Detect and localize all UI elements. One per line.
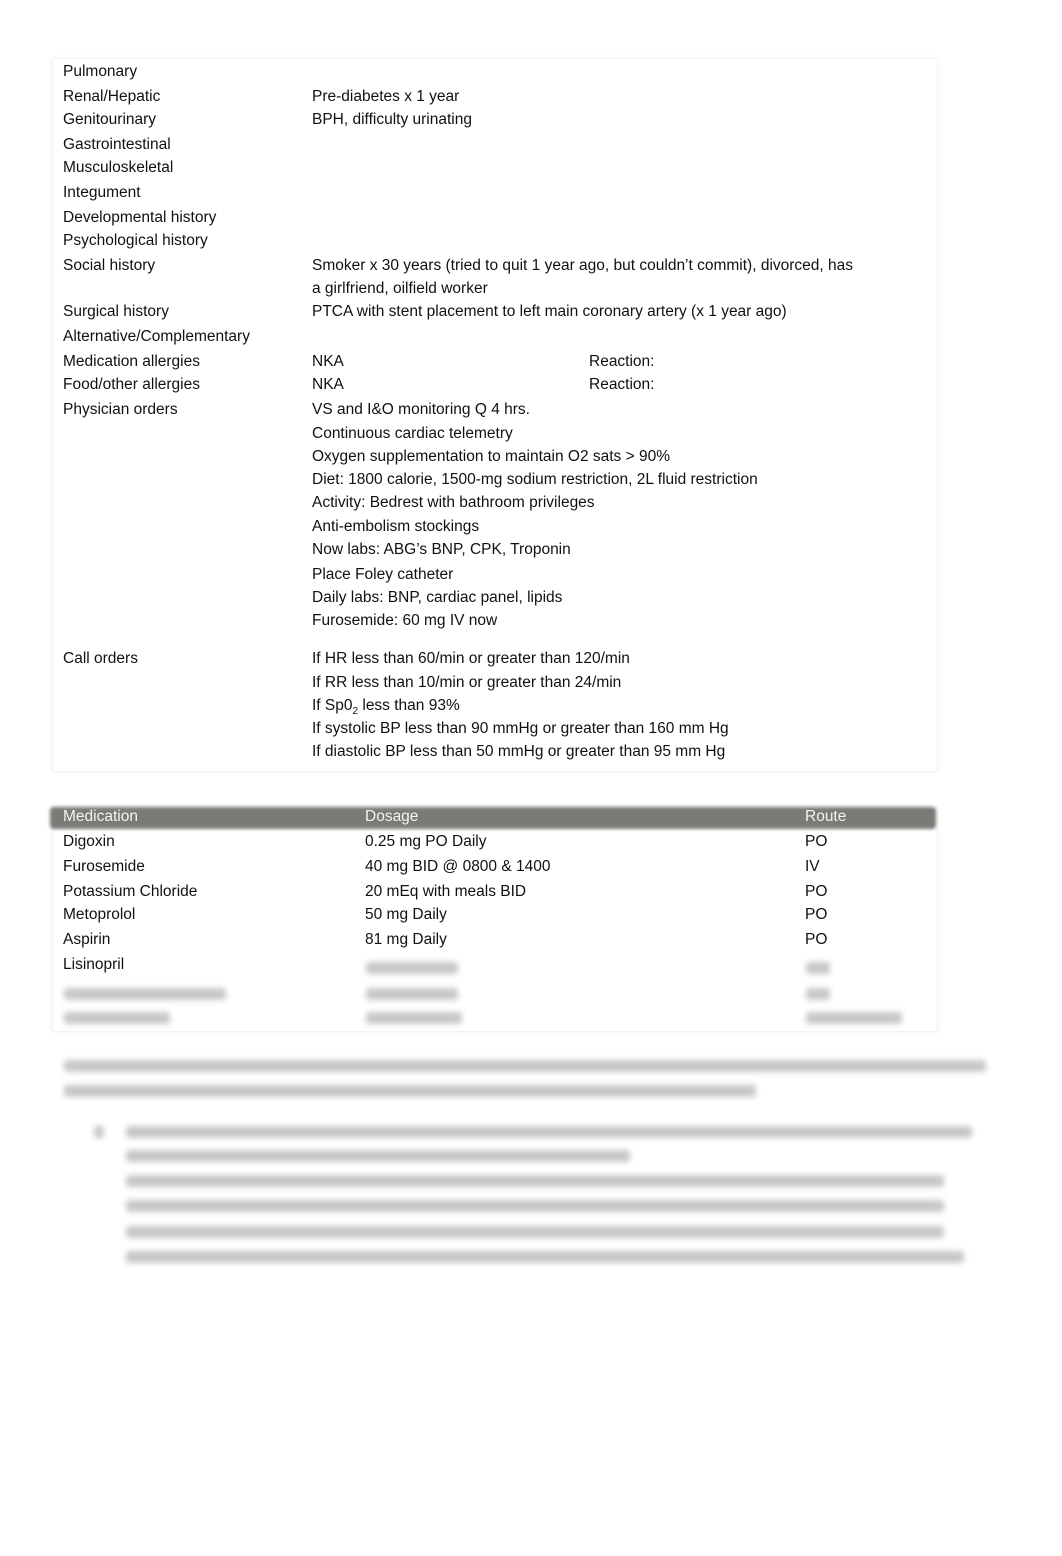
med-route: PO: [805, 883, 828, 900]
row-label: Social history: [63, 257, 156, 274]
row-label: Alternative/Complementary: [63, 328, 250, 345]
row-label: Musculoskeletal: [63, 159, 174, 176]
row-label: Surgical history: [63, 303, 169, 320]
header-route: Route: [805, 808, 847, 825]
med-route: PO: [805, 931, 828, 948]
order-item: Oxygen supplementation to maintain O2 sa…: [312, 448, 670, 465]
order-item: Activity: Bedrest with bathroom privileg…: [312, 494, 595, 511]
row-label: Pulmonary: [63, 63, 138, 80]
med-name: Aspirin: [63, 931, 111, 948]
med-name: Potassium Chloride: [63, 883, 198, 900]
med-dosage: 0.25 mg PO Daily: [365, 833, 487, 850]
med-route: IV: [805, 858, 820, 875]
med-name: Furosemide: [63, 858, 145, 875]
order-item: Furosemide: 60 mg IV now: [312, 612, 498, 629]
call-order-item: If diastolic BP less than 50 mmHg or gre…: [312, 743, 726, 760]
row-value: BPH, difficulty urinating: [312, 111, 472, 128]
row-label: Gastrointestinal: [63, 136, 171, 153]
order-item: Place Foley catheter: [312, 566, 454, 583]
row-label: Psychological history: [63, 232, 208, 249]
row-label: Medication allergies: [63, 353, 200, 370]
row-value: a girlfriend, oilfield worker: [312, 280, 488, 297]
row-value: Pre-diabetes x 1 year: [312, 88, 460, 105]
order-item: VS and I&O monitoring Q 4 hrs.: [312, 401, 530, 418]
row-value: NKA: [312, 353, 344, 370]
row-value: Smoker x 30 years (tried to quit 1 year …: [312, 257, 854, 274]
reaction-label: Reaction:: [589, 376, 655, 393]
row-label: Integument: [63, 184, 141, 201]
med-dosage: 20 mEq with meals BID: [365, 883, 527, 900]
row-label: Genitourinary: [63, 111, 157, 128]
row-label: Food/other allergies: [63, 376, 200, 393]
med-dosage: 50 mg Daily: [365, 906, 447, 923]
call-order-item: If systolic BP less than 90 mmHg or grea…: [312, 720, 729, 737]
call-orders-label: Call orders: [63, 650, 138, 667]
med-dosage: 40 mg BID @ 0800 & 1400: [365, 858, 551, 875]
row-value: PTCA with stent placement to left main c…: [312, 303, 787, 320]
order-item: Anti-embolism stockings: [312, 518, 480, 535]
med-name: Digoxin: [63, 833, 115, 850]
med-name: Lisinopril: [63, 956, 125, 973]
header-dosage: Dosage: [365, 808, 419, 825]
row-label: Developmental history: [63, 209, 217, 226]
spo2-prefix: If Sp0: [312, 697, 353, 714]
medication-header-bar: [50, 807, 936, 829]
order-item: Now labs: ABG’s BNP, CPK, Troponin: [312, 541, 571, 558]
call-order-item: If HR less than 60/min or greater than 1…: [312, 650, 630, 667]
order-item: Continuous cardiac telemetry: [312, 425, 513, 442]
header-medication: Medication: [63, 808, 138, 825]
med-route: PO: [805, 906, 828, 923]
physician-orders-label: Physician orders: [63, 401, 178, 418]
spo2-suffix: less than 93%: [358, 697, 460, 714]
row-value: NKA: [312, 376, 344, 393]
order-item: Diet: 1800 calorie, 1500-mg sodium restr…: [312, 471, 758, 488]
med-route: PO: [805, 833, 828, 850]
call-order-item: If RR less than 10/min or greater than 2…: [312, 674, 622, 691]
order-item: Daily labs: BNP, cardiac panel, lipids: [312, 589, 563, 606]
row-label: Renal/Hepatic: [63, 88, 161, 105]
med-name: Metoprolol: [63, 906, 136, 923]
med-dosage: 81 mg Daily: [365, 931, 447, 948]
reaction-label: Reaction:: [589, 353, 655, 370]
